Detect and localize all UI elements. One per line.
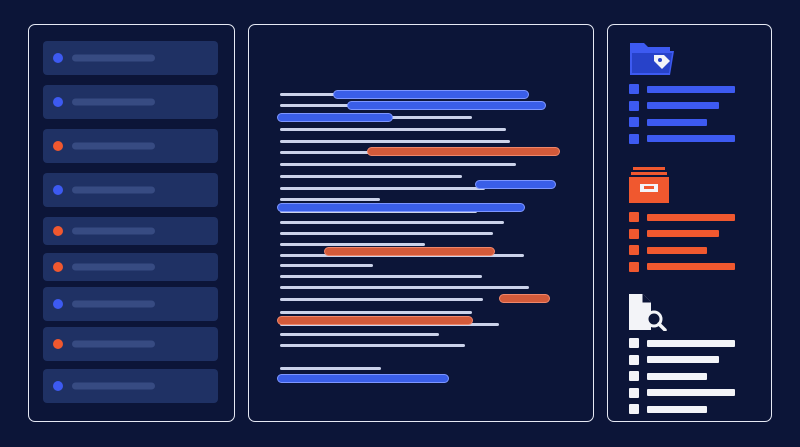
text-line bbox=[280, 367, 381, 370]
text-line bbox=[280, 311, 472, 314]
text-line bbox=[280, 275, 482, 278]
left-panel bbox=[28, 24, 235, 422]
status-dot bbox=[53, 262, 63, 272]
list-bar bbox=[647, 213, 735, 221]
bullet-square bbox=[629, 228, 639, 239]
bullet-square bbox=[629, 387, 639, 398]
status-dot bbox=[53, 97, 63, 107]
text-placeholder bbox=[72, 227, 155, 235]
list-bar bbox=[647, 135, 735, 142]
text-line bbox=[280, 163, 516, 166]
archive-box-icon bbox=[629, 167, 669, 203]
bullet-square bbox=[629, 354, 639, 365]
text-line bbox=[280, 298, 483, 301]
highlight-orange[interactable] bbox=[367, 147, 560, 156]
highlight-orange[interactable] bbox=[499, 294, 550, 303]
list-bar bbox=[647, 246, 707, 254]
bullet-square bbox=[629, 117, 639, 127]
list-bar bbox=[647, 118, 707, 126]
bullet-square bbox=[629, 371, 639, 381]
text-line bbox=[280, 175, 462, 178]
text-line bbox=[280, 140, 510, 143]
status-dot bbox=[53, 141, 63, 151]
list-item[interactable] bbox=[43, 287, 218, 321]
status-dot bbox=[53, 226, 63, 236]
text-placeholder bbox=[72, 263, 155, 271]
status-dot bbox=[53, 339, 63, 349]
bullet-square bbox=[629, 245, 639, 255]
category-panel bbox=[607, 24, 772, 422]
text-line bbox=[280, 221, 504, 224]
bullet-square bbox=[629, 84, 639, 94]
highlight-orange[interactable] bbox=[277, 316, 473, 325]
status-dot bbox=[53, 381, 63, 391]
highlight-blue[interactable] bbox=[277, 113, 393, 122]
highlight-blue[interactable] bbox=[277, 374, 449, 383]
document-panel bbox=[248, 24, 594, 422]
list-item[interactable] bbox=[43, 327, 218, 361]
text-line bbox=[280, 264, 373, 267]
text-placeholder bbox=[72, 98, 155, 106]
list-bar bbox=[647, 372, 707, 380]
list-item[interactable] bbox=[43, 217, 218, 245]
list-bar bbox=[647, 389, 735, 396]
status-dot bbox=[53, 299, 63, 309]
text-line bbox=[280, 333, 439, 336]
bullet-square bbox=[629, 404, 639, 414]
highlight-blue[interactable] bbox=[347, 101, 546, 110]
list-item[interactable] bbox=[43, 41, 218, 75]
list-bar bbox=[647, 85, 735, 93]
list-bar bbox=[647, 263, 735, 270]
folder-tag-icon bbox=[630, 43, 674, 75]
bullet-square bbox=[629, 338, 639, 348]
list-item[interactable] bbox=[43, 129, 218, 163]
list-bar bbox=[647, 405, 707, 413]
document-search-icon bbox=[629, 294, 667, 331]
list-bar bbox=[647, 339, 735, 347]
list-item[interactable] bbox=[43, 253, 218, 281]
text-placeholder bbox=[72, 300, 155, 308]
text-line bbox=[280, 344, 465, 347]
list-bar bbox=[647, 230, 719, 237]
text-line bbox=[280, 232, 493, 235]
list-bar bbox=[647, 102, 719, 109]
text-placeholder bbox=[72, 54, 155, 62]
list-item[interactable] bbox=[43, 173, 218, 207]
text-line bbox=[280, 243, 425, 246]
text-placeholder bbox=[72, 186, 155, 194]
text-line bbox=[280, 198, 380, 201]
bullet-square bbox=[629, 261, 639, 272]
list-bar bbox=[647, 356, 719, 363]
status-dot bbox=[53, 53, 63, 63]
text-placeholder bbox=[72, 142, 155, 150]
list-item[interactable] bbox=[43, 85, 218, 119]
text-line bbox=[280, 187, 485, 190]
highlight-orange[interactable] bbox=[324, 247, 495, 256]
list-item[interactable] bbox=[43, 369, 218, 403]
text-line bbox=[280, 128, 506, 131]
bullet-square bbox=[629, 100, 639, 111]
highlight-blue[interactable] bbox=[277, 203, 525, 212]
text-line bbox=[280, 286, 529, 289]
bullet-square bbox=[629, 212, 639, 222]
highlight-blue[interactable] bbox=[475, 180, 556, 189]
bullet-square bbox=[629, 133, 639, 144]
highlight-blue[interactable] bbox=[333, 90, 529, 99]
text-placeholder bbox=[72, 382, 155, 390]
status-dot bbox=[53, 185, 63, 195]
text-placeholder bbox=[72, 340, 155, 348]
